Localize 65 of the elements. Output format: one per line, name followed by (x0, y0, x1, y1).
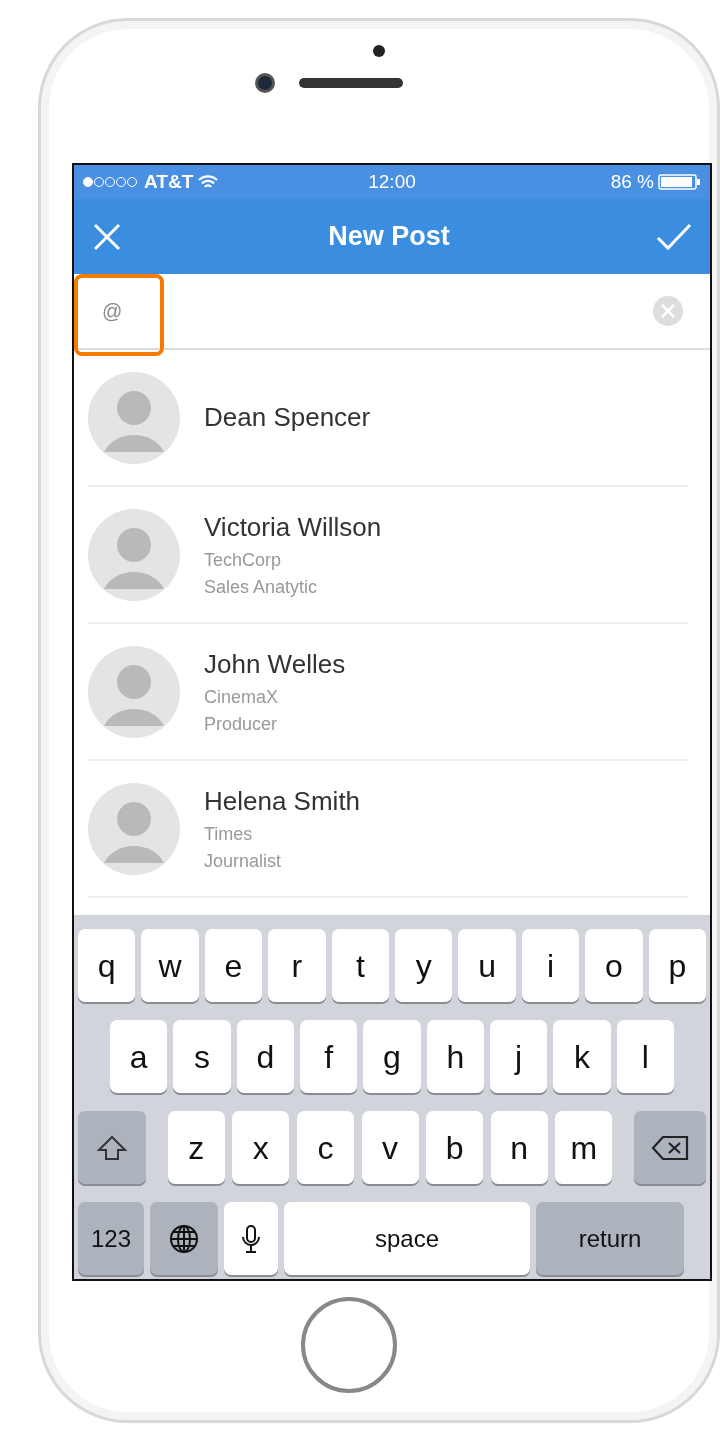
letter-key[interactable]: n (490, 1111, 548, 1184)
sensor-dot (373, 45, 385, 57)
letter-key[interactable]: h (426, 1020, 484, 1093)
avatar-icon (88, 371, 180, 464)
delete-key[interactable] (634, 1111, 706, 1184)
letter-key[interactable]: w (141, 929, 199, 1002)
avatar-icon (88, 508, 180, 601)
letter-key[interactable]: c (296, 1111, 354, 1184)
letter-key[interactable]: i (521, 929, 580, 1002)
contact-company: Times (204, 823, 254, 846)
contact-name: John Welles (204, 648, 346, 681)
letter-key[interactable]: p (648, 929, 707, 1002)
letter-key[interactable]: e (204, 929, 263, 1002)
battery-percent: 86 % (610, 169, 654, 194)
letter-key[interactable]: k (553, 1020, 611, 1093)
letter-key[interactable]: q (78, 929, 136, 1002)
contact-item[interactable]: Dean Spencer (88, 350, 688, 487)
carrier-name: AT&T (144, 169, 194, 194)
microphone-icon (240, 1223, 262, 1254)
letter-key[interactable]: j (489, 1020, 548, 1093)
dictation-key[interactable] (224, 1202, 278, 1275)
contact-item[interactable]: Helena Smith Times Journalist (88, 761, 688, 898)
checkmark-icon[interactable] (656, 221, 692, 252)
screen-title: New Post (328, 220, 450, 254)
letter-key[interactable]: r (268, 929, 326, 1002)
contact-name: Victoria Willson (204, 511, 382, 544)
letter-key[interactable]: x (232, 1111, 290, 1184)
letter-key[interactable]: f (300, 1020, 358, 1093)
letter-key[interactable]: y (395, 929, 453, 1002)
avatar-icon (88, 782, 180, 875)
letter-key[interactable]: d (236, 1020, 294, 1093)
contact-item[interactable]: Victoria Willson TechCorp Sales Anatytic (88, 487, 688, 624)
contact-company: TechCorp (204, 549, 283, 572)
return-key[interactable]: return (536, 1202, 684, 1275)
contact-role: Journalist (204, 850, 283, 873)
contact-item[interactable]: John Welles CinemaX Producer (88, 624, 688, 761)
signal-icon (82, 175, 140, 189)
avatar-icon (88, 645, 180, 738)
letter-key[interactable]: u (458, 929, 516, 1002)
letter-key[interactable]: a (110, 1020, 168, 1093)
battery-icon (658, 173, 702, 191)
letter-key[interactable]: l (616, 1020, 674, 1093)
letter-key[interactable]: o (585, 929, 643, 1002)
letter-key[interactable]: g (363, 1020, 421, 1093)
camera-icon (255, 73, 275, 93)
globe-key[interactable] (150, 1202, 218, 1275)
letter-key[interactable]: m (555, 1111, 613, 1184)
space-key[interactable]: space (284, 1202, 530, 1275)
letter-key[interactable]: s (173, 1020, 231, 1093)
close-icon[interactable] (92, 221, 122, 252)
contact-name: Helena Smith (204, 785, 361, 818)
letter-key[interactable]: z (167, 1111, 225, 1184)
letter-key[interactable]: v (361, 1111, 419, 1184)
contact-company: CinemaX (204, 686, 280, 709)
status-time: 12:00 (367, 169, 417, 194)
numbers-key[interactable]: 123 (78, 1202, 144, 1275)
mention-input[interactable]: @ (100, 295, 160, 327)
contact-name: Dean Spencer (204, 401, 371, 434)
wifi-icon (197, 174, 220, 190)
contact-role: Sales Anatytic (204, 576, 319, 599)
letter-key[interactable]: t (331, 929, 390, 1002)
contact-role: Producer (204, 713, 279, 736)
letter-key[interactable]: b (426, 1111, 484, 1184)
shift-key[interactable] (78, 1111, 146, 1184)
globe-icon (168, 1222, 200, 1255)
